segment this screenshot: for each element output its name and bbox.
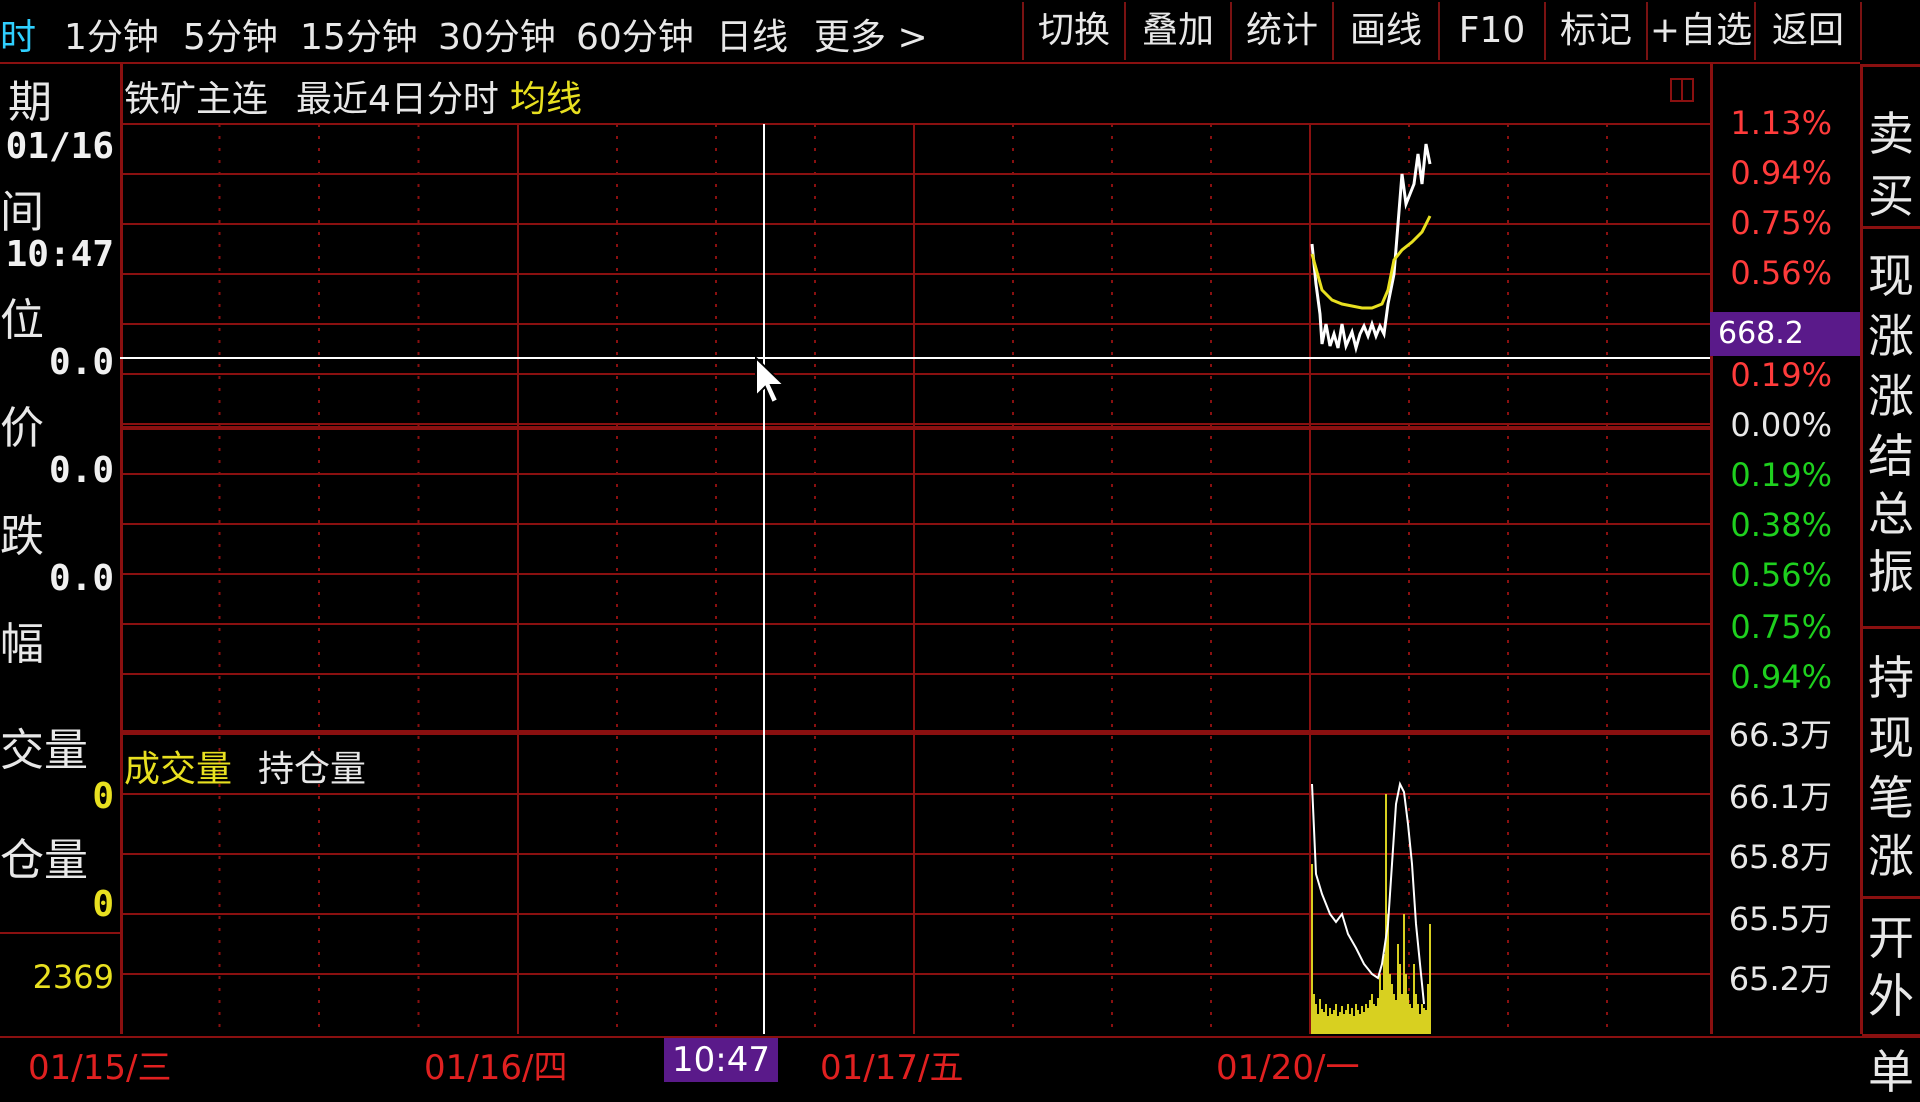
axis-label: 0.56% <box>1730 254 1832 292</box>
period-tab-30min[interactable]: 30分钟 <box>438 8 556 60</box>
axis-label: 0.56% <box>1730 556 1832 594</box>
current-hand-label: 现 <box>1868 711 1914 765</box>
add-watchlist-button[interactable]: +自选 <box>1646 2 1754 60</box>
amplitude-label: 振 <box>1868 545 1914 599</box>
buy-label: 买 <box>1868 169 1914 223</box>
settle-label: 结 <box>1868 429 1914 483</box>
draw-line-button[interactable]: 画线 <box>1332 2 1438 60</box>
panel-divider <box>1862 896 1920 899</box>
mouse-cursor-icon <box>755 356 787 405</box>
cursor-time-tag: 10:47 <box>664 1038 778 1082</box>
period-tab-1min[interactable]: 1分钟 <box>64 8 159 60</box>
volume-axis-label: 66.1万 <box>1728 778 1832 816</box>
time-value: 10:47 <box>5 234 114 275</box>
change-pct-label: 幅 <box>0 619 44 670</box>
chart-canvas <box>120 123 1710 1034</box>
outer-label: 外 <box>1868 969 1914 1023</box>
current-label: 现 <box>1868 249 1914 303</box>
bottom-count: 2369 <box>32 958 114 996</box>
volume-legend[interactable]: 成交量 <box>124 740 232 792</box>
overlay-button[interactable]: 叠加 <box>1124 2 1230 60</box>
time-axis-label: 01/15/三 <box>28 1048 172 1088</box>
time-axis: 01/15/三 01/16/四 01/17/五 01/20/一 10:47 <box>0 1036 1920 1088</box>
volume-axis-label: 66.3万 <box>1728 716 1832 754</box>
open-interest-legend[interactable]: 持仓量 <box>258 740 366 792</box>
average-line <box>1310 215 1432 310</box>
sell-label: 卖 <box>1868 107 1914 161</box>
cursor-price-tag: 668.2 <box>1710 312 1860 356</box>
price-value: 0.0 <box>48 342 114 383</box>
panel-divider <box>1862 626 1920 629</box>
open-interest-label: 仓量 <box>0 835 88 886</box>
open-interest-value: 0 <box>92 884 114 925</box>
volume-label: 交量 <box>0 725 88 776</box>
volume-axis-label: 65.8万 <box>1728 838 1832 876</box>
volume-axis-label: 65.2万 <box>1728 960 1832 998</box>
rise-pct-label: 涨 <box>1868 369 1914 423</box>
time-axis-label: 01/20/一 <box>1216 1048 1360 1088</box>
mark-button[interactable]: 标记 <box>1544 2 1646 60</box>
chart-grid <box>120 123 1710 1034</box>
time-axis-label: 01/17/五 <box>820 1048 964 1088</box>
time-axis-label: 01/16/四 <box>424 1048 568 1088</box>
axis-label: 0.19% <box>1730 456 1832 494</box>
limit-up-label: 涨 <box>1868 829 1914 883</box>
axis-label: 0.19% <box>1730 356 1832 394</box>
holding-label: 持 <box>1868 651 1914 705</box>
avg-price-value: 0.0 <box>48 450 114 491</box>
price-axis: 1.13% 0.94% 0.75% 0.56% 0.19% 0.00% 0.19… <box>1712 64 1863 1034</box>
total-label: 总 <box>1868 487 1914 541</box>
axis-label: 0.94% <box>1730 658 1832 696</box>
volume-value: 0 <box>92 776 114 817</box>
panel-divider <box>0 932 120 934</box>
period-tab-5min[interactable]: 5分钟 <box>183 8 278 60</box>
axis-label: 0.94% <box>1730 154 1832 192</box>
date-label: 期 <box>8 77 52 128</box>
axis-label: 0.75% <box>1730 204 1832 242</box>
statistics-button[interactable]: 统计 <box>1230 2 1332 60</box>
back-button[interactable]: 返回 <box>1754 2 1862 60</box>
period-tab-more[interactable]: 更多 > <box>814 8 928 60</box>
switch-button[interactable]: 切换 <box>1022 2 1124 60</box>
period-tab-intraday[interactable]: 时 <box>0 8 36 60</box>
f10-button[interactable]: F10 <box>1438 2 1544 60</box>
toolbar: 时 1分钟 5分钟 15分钟 30分钟 60分钟 日线 更多 > 切换 叠加 统… <box>0 0 1862 64</box>
order-book-panel: 卖 买 现 涨 涨 结 总 振 持 现 笔 涨 开 外 单 <box>1862 64 1920 1099</box>
change-value: 0.0 <box>48 558 114 599</box>
axis-label: 0.00% <box>1730 406 1832 444</box>
axis-label: 1.13% <box>1730 104 1832 142</box>
volume-axis-label: 65.5万 <box>1728 900 1832 938</box>
open-label: 开 <box>1868 911 1914 965</box>
panel-divider <box>1862 226 1920 229</box>
rise-label: 涨 <box>1868 309 1914 363</box>
quote-info-panel: 期 01/16 间 10:47 位 0.0 价 0.0 跌 0.0 幅 交量 0… <box>0 64 123 1034</box>
intraday-chart[interactable]: 铁矿主连 最近4日分时 均线 成交量 持仓量 <box>120 64 1713 1034</box>
period-tab-60min[interactable]: 60分钟 <box>576 8 694 60</box>
axis-label: 0.38% <box>1730 506 1832 544</box>
period-tab-daily[interactable]: 日线 <box>716 8 788 60</box>
price-label: 位 <box>0 295 44 346</box>
open-interest-line <box>1311 780 1425 1005</box>
date-value: 01/16 <box>5 126 114 167</box>
trades-label: 笔 <box>1868 771 1914 825</box>
panel-divider <box>1862 64 1920 67</box>
time-label: 间 <box>0 187 44 238</box>
avg-price-label: 价 <box>0 403 44 454</box>
period-tab-15min[interactable]: 15分钟 <box>300 8 418 60</box>
volume-series <box>1311 780 1431 1034</box>
axis-label: 0.75% <box>1730 608 1832 646</box>
change-label: 跌 <box>0 511 44 562</box>
